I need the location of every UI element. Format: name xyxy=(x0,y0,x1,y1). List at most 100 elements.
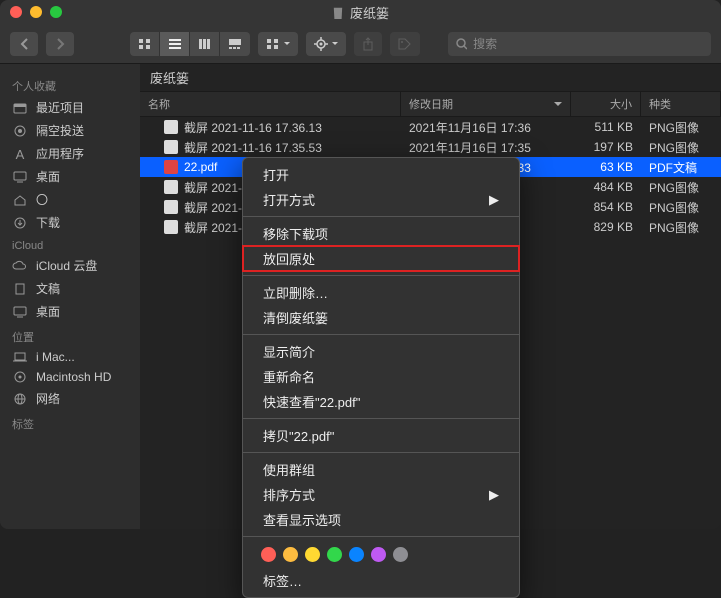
file-icon xyxy=(164,180,178,194)
sidebar-item[interactable]: i Mac... xyxy=(0,347,140,367)
search-input[interactable] xyxy=(473,37,703,51)
chevron-right-icon: ▶ xyxy=(489,192,499,208)
context-menu-label: 使用群组 xyxy=(263,460,315,479)
sidebar-item[interactable]: iCloud 云盘 xyxy=(0,254,140,277)
file-icon xyxy=(164,200,178,214)
sidebar-item-label: 桌面 xyxy=(36,303,60,320)
file-icon xyxy=(164,220,178,234)
context-menu-item[interactable]: 重新命名 xyxy=(243,364,519,389)
forward-button[interactable] xyxy=(46,32,74,56)
tag-color[interactable] xyxy=(349,547,364,562)
desktop-icon xyxy=(12,305,28,319)
chevron-down-icon xyxy=(554,102,562,107)
context-menu-item[interactable]: 清倒废纸篓 xyxy=(243,305,519,330)
col-kind[interactable]: 种类 xyxy=(641,92,721,116)
sidebar-item-label: Macintosh HD xyxy=(36,370,111,384)
cell-date: 2021年11月16日 17:36 xyxy=(401,119,571,136)
context-menu-item[interactable]: 拷贝"22.pdf" xyxy=(243,423,519,448)
sidebar-item[interactable]: 最近项目 xyxy=(0,96,140,119)
close-window-button[interactable] xyxy=(10,6,22,18)
context-menu-label: 打开 xyxy=(263,165,289,184)
sidebar-item[interactable]: 下载 xyxy=(0,211,140,234)
icon-view-button[interactable] xyxy=(130,32,160,56)
tag-color[interactable] xyxy=(393,547,408,562)
icloud-icon xyxy=(12,259,28,273)
gallery-view-button[interactable] xyxy=(220,32,250,56)
cell-kind: PNG图像 xyxy=(641,139,721,156)
column-headers: 名称 修改日期 大小 种类 xyxy=(140,91,721,117)
cell-size: 854 KB xyxy=(571,200,641,214)
zoom-window-button[interactable] xyxy=(50,6,62,18)
sidebar-section-header: 标签 xyxy=(0,410,140,434)
tag-color[interactable] xyxy=(305,547,320,562)
downloads-icon xyxy=(12,216,28,230)
tag-color[interactable] xyxy=(261,547,276,562)
file-icon xyxy=(164,140,178,154)
cell-size: 829 KB xyxy=(571,220,641,234)
cell-date: 2021年11月16日 17:35 xyxy=(401,139,571,156)
cell-kind: PNG图像 xyxy=(641,179,721,196)
col-date[interactable]: 修改日期 xyxy=(401,92,571,116)
sidebar-item[interactable]: 文稿 xyxy=(0,277,140,300)
context-menu-item[interactable]: 使用群组 xyxy=(243,457,519,482)
context-menu-separator xyxy=(243,275,519,276)
file-name: 截屏 2021- xyxy=(184,199,242,216)
svg-text:A: A xyxy=(16,147,25,161)
context-menu-label: 清倒废纸篓 xyxy=(263,308,328,327)
cell-kind: PNG图像 xyxy=(641,199,721,216)
context-menu-label: 立即删除… xyxy=(263,283,328,302)
window-controls xyxy=(10,6,62,18)
context-menu-item[interactable]: 移除下载项 xyxy=(243,221,519,246)
col-size[interactable]: 大小 xyxy=(571,92,641,116)
sidebar-item[interactable]: A应用程序 xyxy=(0,142,140,165)
path-bar: 废纸篓 xyxy=(140,64,721,91)
col-name[interactable]: 名称 xyxy=(140,92,401,116)
tag-color[interactable] xyxy=(327,547,342,562)
context-menu-item[interactable]: 显示简介 xyxy=(243,339,519,364)
sidebar-item[interactable]: 隔空投送 xyxy=(0,119,140,142)
share-button[interactable] xyxy=(354,32,382,56)
arrange-button[interactable] xyxy=(258,32,298,56)
context-menu-item[interactable]: 打开方式 ▶ xyxy=(243,187,519,212)
column-view-button[interactable] xyxy=(190,32,220,56)
window-title: 废纸篓 xyxy=(332,3,389,22)
context-menu-item[interactable]: 快速查看"22.pdf" xyxy=(243,389,519,414)
tag-color[interactable] xyxy=(283,547,298,562)
sidebar-item-label: 桌面 xyxy=(36,168,60,185)
window-title-text: 废纸篓 xyxy=(350,3,389,22)
sidebar-item-label: 网络 xyxy=(36,390,60,407)
context-menu-label: 重新命名 xyxy=(263,367,315,386)
context-menu-item[interactable]: 立即删除… xyxy=(243,280,519,305)
context-menu-label: 快速查看"22.pdf" xyxy=(263,392,360,411)
context-menu-item[interactable]: 打开 xyxy=(243,162,519,187)
sidebar-item-label: 下载 xyxy=(36,214,60,231)
cell-kind: PNG图像 xyxy=(641,119,721,136)
context-menu-label: 显示简介 xyxy=(263,342,315,361)
context-menu-item[interactable]: 查看显示选项 xyxy=(243,507,519,532)
context-menu-label: 打开方式 xyxy=(263,190,315,209)
file-icon xyxy=(164,160,178,174)
table-row[interactable]: 截屏 2021-11-16 17.35.532021年11月16日 17:351… xyxy=(140,137,721,157)
file-icon xyxy=(164,120,178,134)
table-row[interactable]: 截屏 2021-11-16 17.36.132021年11月16日 17:365… xyxy=(140,117,721,137)
back-button[interactable] xyxy=(10,32,38,56)
context-menu-item[interactable]: 排序方式▶ xyxy=(243,482,519,507)
sidebar-item[interactable]: 网络 xyxy=(0,387,140,410)
context-menu-item[interactable]: 放回原处 xyxy=(243,246,519,271)
context-menu-separator xyxy=(243,216,519,217)
cell-size: 484 KB xyxy=(571,180,641,194)
search-box[interactable] xyxy=(448,32,711,56)
cell-size: 63 KB xyxy=(571,160,641,174)
action-button[interactable] xyxy=(306,32,346,56)
home-icon xyxy=(12,193,28,207)
context-menu-item[interactable]: 标签… xyxy=(243,568,519,593)
tags-button[interactable] xyxy=(390,32,420,56)
list-view-button[interactable] xyxy=(160,32,190,56)
sidebar-item[interactable]: 〇 xyxy=(0,188,140,211)
sidebar-item[interactable]: 桌面 xyxy=(0,165,140,188)
context-menu-label: 移除下载项 xyxy=(263,224,328,243)
sidebar-item[interactable]: Macintosh HD xyxy=(0,367,140,387)
sidebar-item[interactable]: 桌面 xyxy=(0,300,140,323)
minimize-window-button[interactable] xyxy=(30,6,42,18)
tag-color[interactable] xyxy=(371,547,386,562)
